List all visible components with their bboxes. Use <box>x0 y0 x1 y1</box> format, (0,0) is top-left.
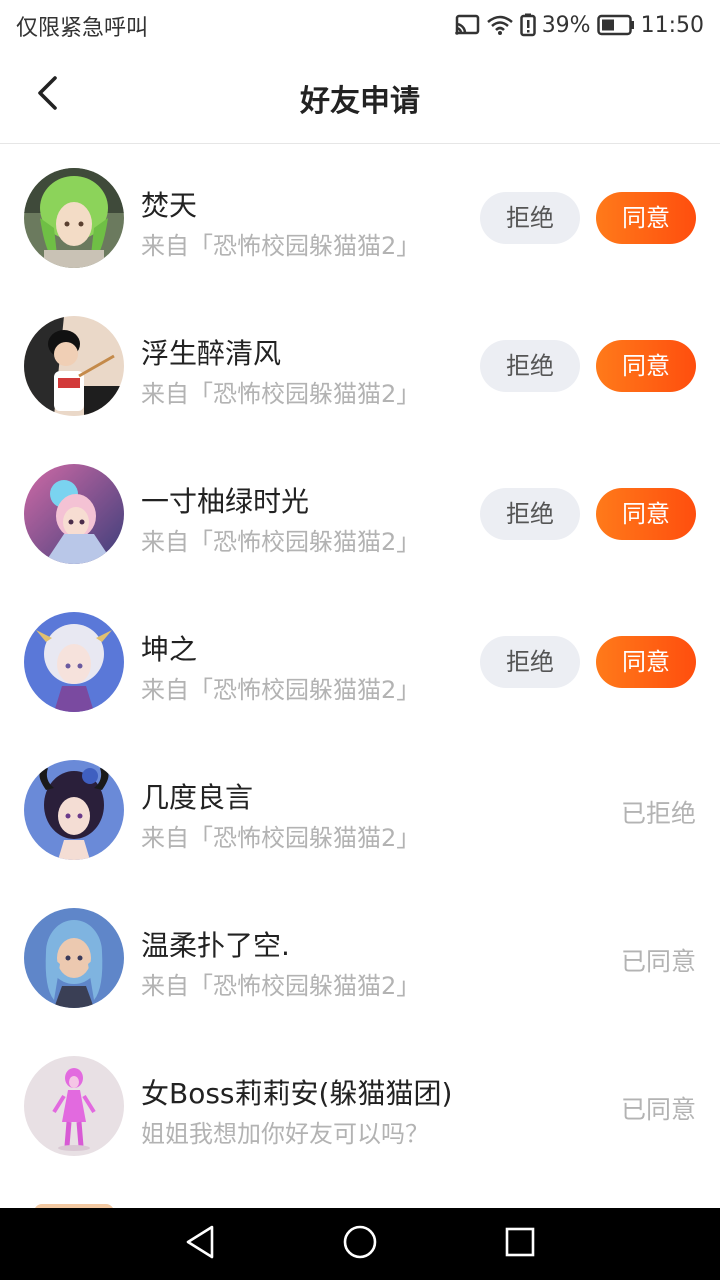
list-item: 女Boss莉莉安(躲猫猫团) 姐姐我想加你好友可以吗？ 已同意 <box>0 1032 720 1180</box>
list-item: 几度良言 来自「恐怖校园躲猫猫2」 已拒绝 <box>0 736 720 884</box>
nav-back-icon <box>184 1224 216 1264</box>
nav-recents-button[interactable] <box>500 1224 540 1264</box>
avatar[interactable] <box>24 168 124 268</box>
emergency-calls-only-text: 仅限紧急呼叫 <box>16 16 149 41</box>
nav-recents-icon <box>504 1226 536 1262</box>
request-source: 来自「恐怖校园躲猫猫2」 <box>141 972 421 1000</box>
friend-name: 几度良言 <box>141 781 254 814</box>
accept-button[interactable]: 同意 <box>596 636 696 688</box>
friend-name: 浮生醉清风 <box>141 337 282 370</box>
reject-button[interactable]: 拒绝 <box>480 488 580 540</box>
list-item: 焚天 来自「恐怖校园躲猫猫2」 拒绝 同意 <box>0 144 720 292</box>
page-title: 好友申请 <box>300 84 420 119</box>
accept-button[interactable]: 同意 <box>596 192 696 244</box>
nav-home-button[interactable] <box>340 1224 380 1264</box>
request-source: 来自「恐怖校园躲猫猫2」 <box>141 528 421 556</box>
request-source: 来自「恐怖校园躲猫猫2」 <box>141 676 421 704</box>
clock-time: 11:50 <box>640 12 704 38</box>
battery-percent: 39% <box>541 12 591 38</box>
request-source: 来自「恐怖校园躲猫猫2」 <box>141 824 421 852</box>
request-source: 来自「恐怖校园躲猫猫2」 <box>141 380 421 408</box>
list-item: 坤之 来自「恐怖校园躲猫猫2」 拒绝 同意 <box>0 588 720 736</box>
friend-requests-screen: 仅限紧急呼叫 39% 11:50 好友申请 焚天 来自「恐怖校园躲猫猫2」 拒绝… <box>0 0 720 1280</box>
friend-name: 女Boss莉莉安(躲猫猫团) <box>141 1077 453 1110</box>
title-bar: 好友申请 <box>0 50 720 144</box>
battery-alert-icon <box>519 13 536 37</box>
request-status-rejected: 已拒绝 <box>620 799 696 828</box>
list-item: 温柔扑了空. 来自「恐怖校园躲猫猫2」 已同意 <box>0 884 720 1032</box>
avatar[interactable] <box>24 908 124 1008</box>
avatar[interactable] <box>24 316 124 416</box>
reject-button[interactable]: 拒绝 <box>480 340 580 392</box>
friend-name: 一寸柚绿时光 <box>141 485 310 518</box>
avatar[interactable] <box>24 760 124 860</box>
status-icons: 39% 11:50 <box>454 10 704 40</box>
battery-icon <box>596 14 635 36</box>
request-status-accepted: 已同意 <box>620 1095 696 1124</box>
request-status-accepted: 已同意 <box>620 947 696 976</box>
friend-request-list: 焚天 来自「恐怖校园躲猫猫2」 拒绝 同意 浮生醉清风 来自「恐怖校园躲猫猫2」… <box>0 144 720 1208</box>
avatar[interactable] <box>24 612 124 712</box>
request-message: 姐姐我想加你好友可以吗？ <box>141 1120 429 1148</box>
wifi-icon <box>486 14 514 36</box>
avatar[interactable] <box>24 1056 124 1156</box>
system-navigation-bar <box>0 1208 720 1280</box>
friend-name: 坤之 <box>141 633 198 666</box>
status-bar: 仅限紧急呼叫 39% 11:50 <box>0 0 720 50</box>
reject-button[interactable]: 拒绝 <box>480 636 580 688</box>
list-item: 一寸柚绿时光 来自「恐怖校园躲猫猫2」 拒绝 同意 <box>0 440 720 588</box>
avatar[interactable] <box>24 464 124 564</box>
accept-button[interactable]: 同意 <box>596 340 696 392</box>
nav-home-icon <box>342 1224 378 1264</box>
accept-button[interactable]: 同意 <box>596 488 696 540</box>
cast-icon <box>454 14 480 36</box>
friend-name: 温柔扑了空. <box>141 929 290 962</box>
reject-button[interactable]: 拒绝 <box>480 192 580 244</box>
request-source: 来自「恐怖校园躲猫猫2」 <box>141 232 421 260</box>
friend-name: 焚天 <box>141 189 198 222</box>
nav-back-button[interactable] <box>180 1224 220 1264</box>
list-item: 浮生醉清风 来自「恐怖校园躲猫猫2」 拒绝 同意 <box>0 292 720 440</box>
